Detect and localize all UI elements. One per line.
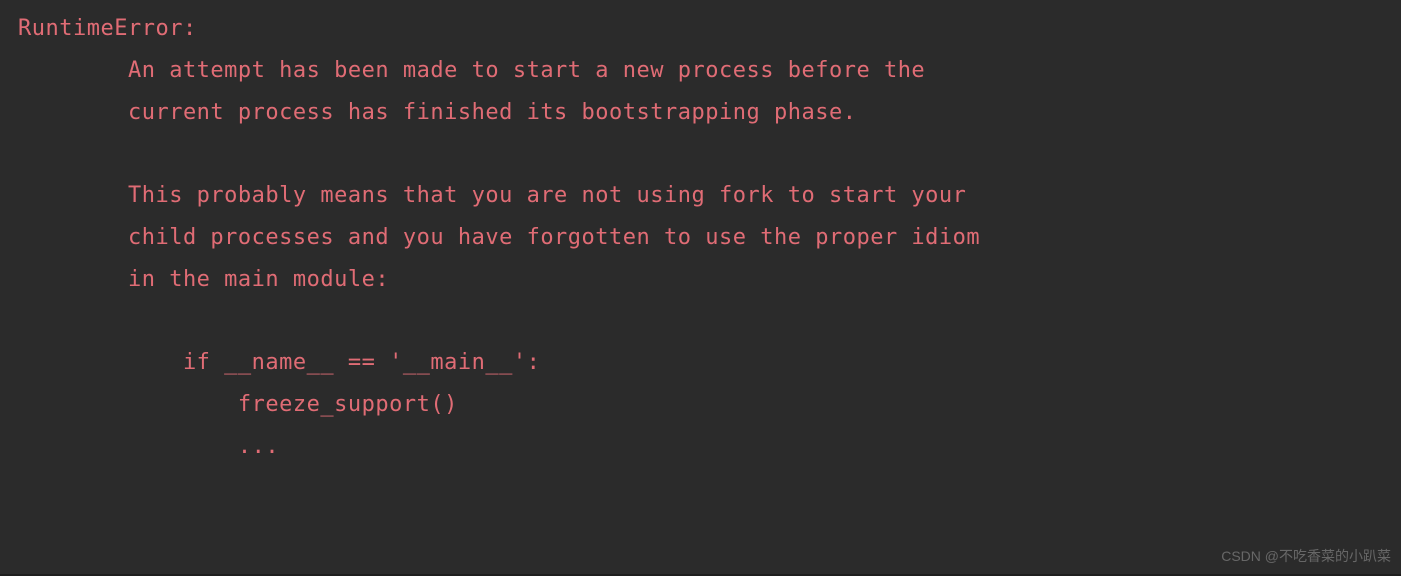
watermark-text: CSDN @不吃香菜的小趴菜	[1221, 543, 1391, 570]
error-title: RuntimeError:	[18, 8, 1383, 50]
error-body: An attempt has been made to start a new …	[18, 50, 1383, 468]
